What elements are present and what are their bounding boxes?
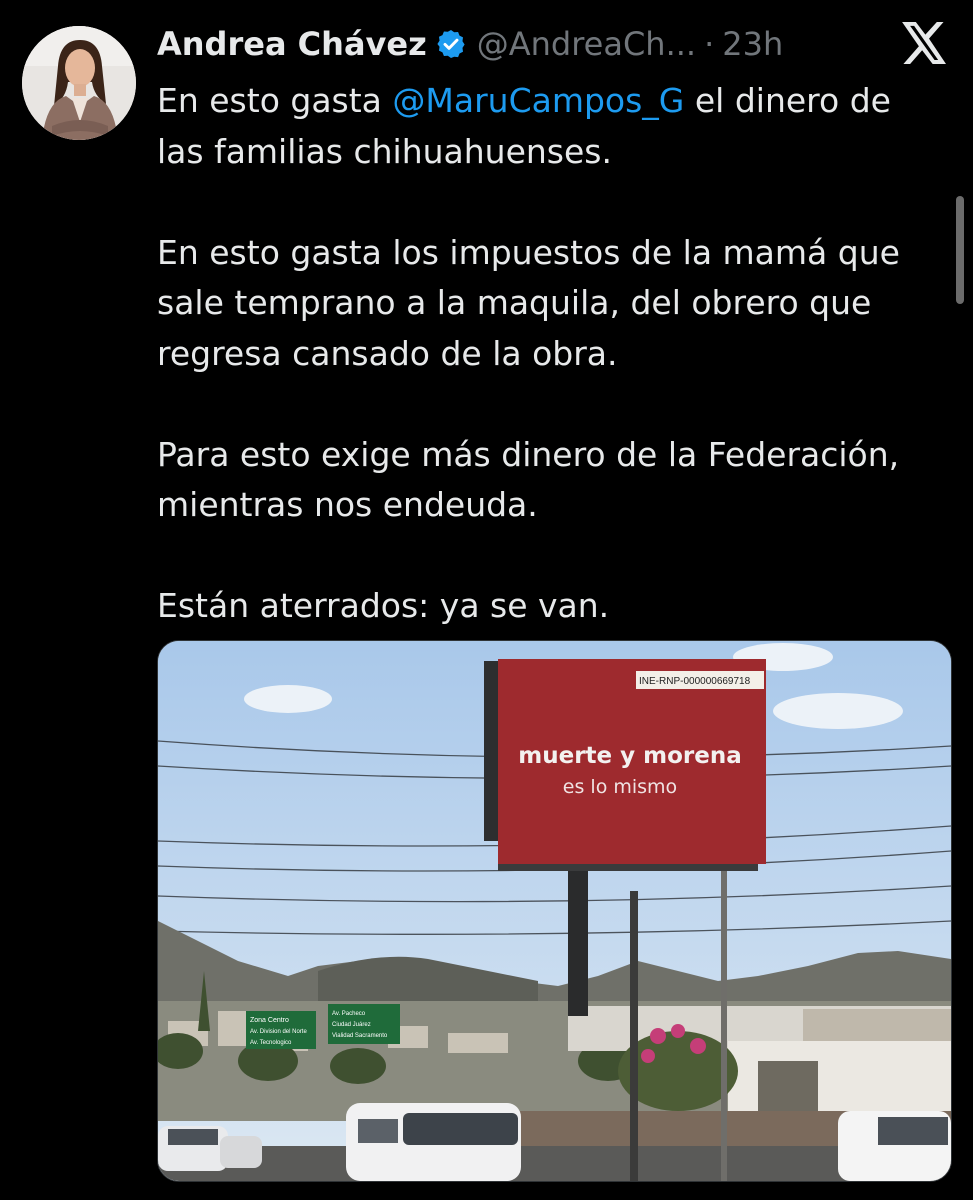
- road-sign-right: Av. Pacheco Ciudad Juárez Vialidad Sacra…: [328, 1004, 400, 1044]
- scrollbar-thumb[interactable]: [956, 196, 964, 304]
- sign-right-line-1: Av. Pacheco: [332, 1011, 366, 1017]
- verified-badge-icon: [435, 28, 467, 60]
- road-sign-left: Zona Centro Av. Division del Norte Av. T…: [246, 1011, 316, 1049]
- tweet-timestamp[interactable]: 23h: [722, 25, 783, 63]
- tweet-paragraph-2: En esto gasta los impuestos de la mamá q…: [157, 232, 900, 373]
- author-avatar[interactable]: [22, 26, 136, 140]
- van: [346, 1103, 521, 1181]
- billboard-tag: INE-RNP-000000669718: [639, 676, 751, 687]
- tweet-text: En esto gasta @MaruCampos_G el dinero de…: [157, 76, 947, 632]
- billboard-line-2: es lo mismo: [563, 776, 677, 798]
- sign-right-line-2: Ciudad Juárez: [332, 1022, 371, 1028]
- avatar-photo: [22, 26, 136, 140]
- sign-left-line-1: Zona Centro: [250, 1017, 289, 1024]
- billboard-line-1: muerte y morena: [518, 743, 742, 769]
- pickup-truck: [838, 1111, 951, 1181]
- sign-right-line-3: Vialidad Sacramento: [332, 1033, 388, 1039]
- tweet-header: Andrea Chávez @AndreaCh... · 23h: [157, 22, 783, 66]
- mention-link[interactable]: @MaruCampos_G: [392, 81, 684, 120]
- header-separator: ·: [704, 25, 715, 63]
- tweet-paragraph-3: Para esto exige más dinero de la Federac…: [157, 434, 900, 525]
- sign-left-line-3: Av. Tecnologico: [250, 1040, 292, 1046]
- billboard-photo: Zona Centro Av. Division del Norte Av. T…: [158, 641, 951, 1181]
- sign-left-line-2: Av. Division del Norte: [250, 1029, 307, 1035]
- tweet-paragraph-4: Están aterrados: ya se van.: [157, 586, 610, 625]
- tweet-paragraph-1: En esto gasta @MaruCampos_G el dinero de…: [157, 76, 947, 177]
- text-segment: En esto gasta: [157, 81, 393, 120]
- tweet-media-image[interactable]: Zona Centro Av. Division del Norte Av. T…: [157, 640, 952, 1182]
- author-handle[interactable]: @AndreaCh...: [477, 25, 696, 63]
- author-name[interactable]: Andrea Chávez: [157, 25, 427, 63]
- x-logo-icon[interactable]: [902, 22, 948, 64]
